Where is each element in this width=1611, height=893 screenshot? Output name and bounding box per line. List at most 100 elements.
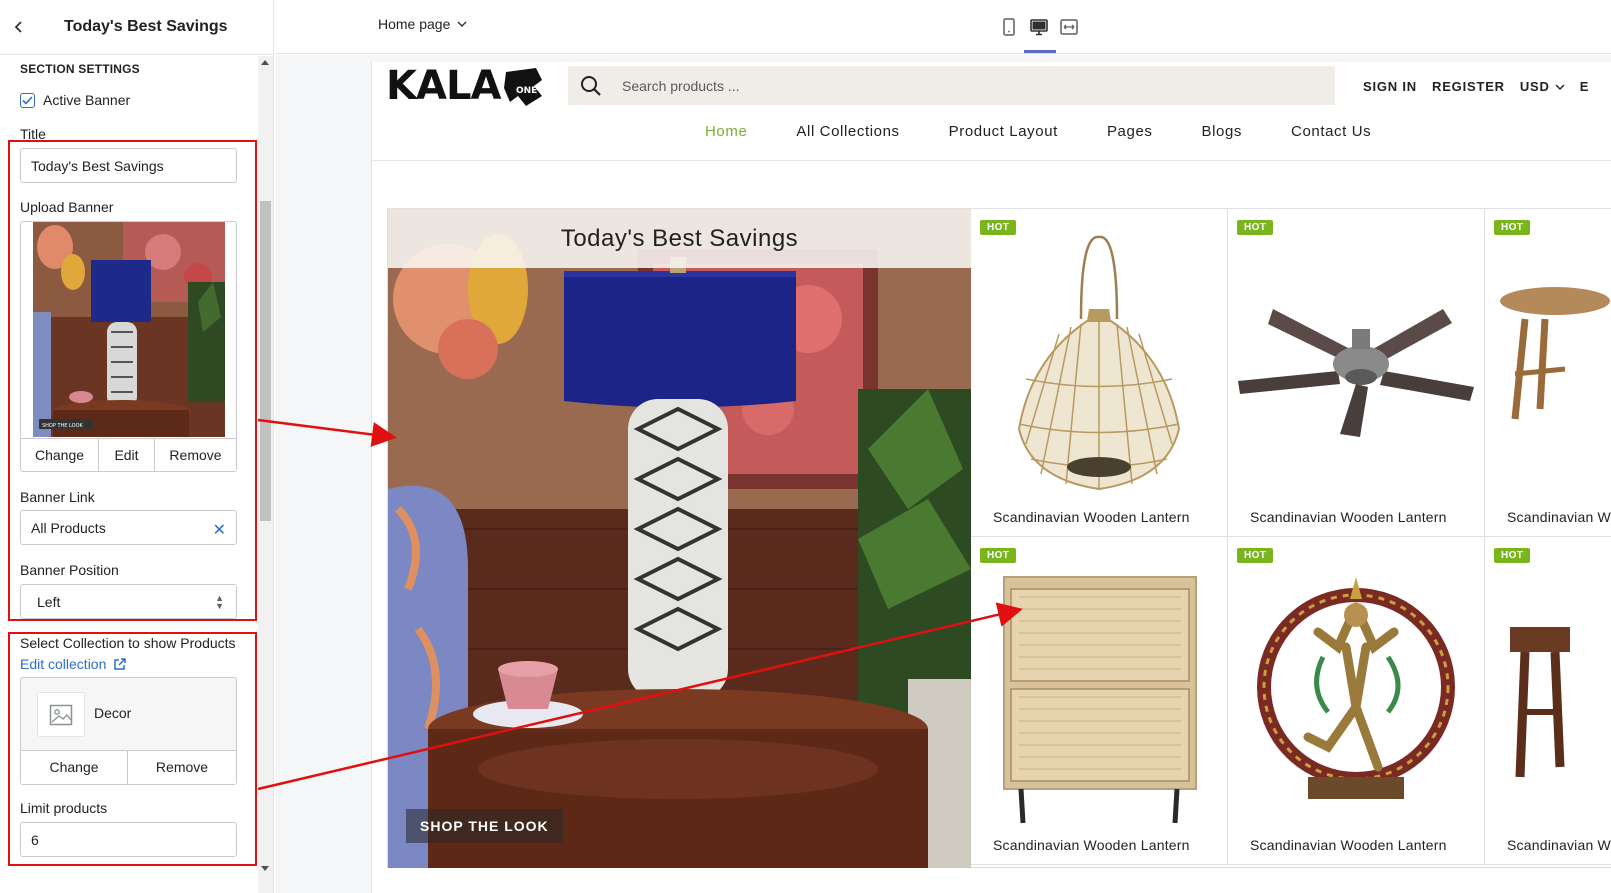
desktop-view-icon[interactable] bbox=[1029, 17, 1049, 37]
sidebar-title: Today's Best Savings bbox=[64, 18, 228, 35]
banner-link-input[interactable]: All Products ✕ bbox=[20, 510, 237, 545]
select-arrows-icon: ▲ ▼ bbox=[215, 593, 224, 611]
limit-products-value: 6 bbox=[31, 831, 39, 848]
search-placeholder: Search products ... bbox=[622, 77, 740, 94]
product-name[interactable]: Scandinavian Wooden Lantern bbox=[993, 509, 1190, 525]
product-image bbox=[1003, 576, 1197, 824]
nav-product-layout[interactable]: Product Layout bbox=[949, 123, 1058, 140]
product-card[interactable]: HOT Scandinavian Wooden Lantern bbox=[1228, 537, 1485, 865]
scroll-up-icon[interactable] bbox=[261, 60, 269, 65]
best-savings-section: Today's Best Savings SHOP THE LOOK HOT S… bbox=[387, 208, 1611, 868]
section-banner[interactable]: Today's Best Savings SHOP THE LOOK bbox=[388, 209, 971, 868]
chevron-down-icon bbox=[457, 21, 467, 27]
section-settings-sidebar: Today's Best Savings SECTION SETTINGS Ac… bbox=[0, 0, 274, 893]
sign-in-link[interactable]: SIGN IN bbox=[1363, 79, 1417, 94]
active-banner-label: Active Banner bbox=[43, 92, 131, 108]
hot-badge: HOT bbox=[980, 548, 1017, 563]
search-icon[interactable] bbox=[580, 75, 602, 97]
hot-badge: HOT bbox=[1237, 548, 1274, 563]
editor-toolbar: Home page bbox=[275, 0, 1611, 54]
product-name[interactable]: Scandinavian Wooden Lantern bbox=[1507, 837, 1611, 853]
nav-pages[interactable]: Pages bbox=[1107, 123, 1153, 140]
currency-selector[interactable]: USD bbox=[1520, 79, 1565, 94]
hot-badge: HOT bbox=[1494, 548, 1531, 563]
active-banner-checkbox[interactable]: Active Banner bbox=[20, 92, 130, 108]
nav-home[interactable]: Home bbox=[705, 123, 747, 140]
collection-image-placeholder bbox=[37, 692, 85, 737]
main-navigation: Home All Collections Product Layout Page… bbox=[705, 123, 1420, 140]
banner-image bbox=[388, 209, 971, 868]
change-collection-button[interactable]: Change bbox=[21, 751, 128, 784]
checkbox-checked-icon[interactable] bbox=[20, 92, 35, 108]
chevron-left-icon bbox=[14, 21, 22, 33]
product-name[interactable]: Scandinavian Wooden Lantern bbox=[1507, 509, 1611, 525]
settings-scroll-area[interactable]: SECTION SETTINGS Active Banner Title Tod… bbox=[0, 56, 258, 893]
banner-position-select[interactable]: Left ▲ ▼ bbox=[20, 584, 237, 619]
chevron-down-icon bbox=[1555, 84, 1565, 90]
shop-the-look-button[interactable]: SHOP THE LOOK bbox=[406, 809, 563, 843]
product-card[interactable]: HOT Scandinavian Wooden Lantern bbox=[1485, 537, 1611, 865]
product-image bbox=[1257, 577, 1455, 799]
language-selector[interactable]: E bbox=[1580, 79, 1589, 94]
currency-value: USD bbox=[1519, 79, 1550, 94]
change-banner-button[interactable]: Change bbox=[21, 439, 99, 472]
register-link[interactable]: REGISTER bbox=[1432, 79, 1505, 94]
collection-picker: Decor Change Remove bbox=[20, 677, 237, 785]
nav-all-collections[interactable]: All Collections bbox=[796, 123, 899, 140]
collection-name: Decor bbox=[94, 705, 132, 721]
nav-blogs[interactable]: Blogs bbox=[1202, 123, 1243, 140]
image-placeholder-icon bbox=[49, 704, 73, 725]
banner-upload-box: SHOP THE LOOK Change Edit Remove bbox=[20, 221, 237, 472]
header-divider bbox=[372, 160, 1611, 161]
store-logo[interactable]: KALA ONE bbox=[386, 63, 546, 113]
edit-collection-text: Edit collection bbox=[20, 656, 107, 672]
svg-text:ONE: ONE bbox=[516, 86, 537, 96]
section-settings-heading: SECTION SETTINGS bbox=[20, 62, 140, 76]
account-links: SIGN IN REGISTER USD E bbox=[1363, 79, 1604, 94]
sidebar-header: Today's Best Savings bbox=[0, 0, 273, 55]
sidebar-scrollbar[interactable] bbox=[258, 56, 273, 893]
banner-position-label: Banner Position bbox=[20, 562, 119, 578]
clear-icon[interactable]: ✕ bbox=[213, 520, 226, 540]
banner-link-label: Banner Link bbox=[20, 489, 95, 505]
product-name[interactable]: Scandinavian Wooden Lantern bbox=[1250, 837, 1447, 853]
mobile-view-icon[interactable] bbox=[999, 17, 1019, 37]
scroll-down-icon[interactable] bbox=[261, 866, 269, 871]
product-name[interactable]: Scandinavian Wooden Lantern bbox=[993, 837, 1190, 853]
product-card[interactable]: HOT Scandinavian Wooden Lantern bbox=[1228, 209, 1485, 537]
title-label: Title bbox=[20, 126, 46, 142]
remove-collection-button[interactable]: Remove bbox=[128, 751, 236, 784]
product-image bbox=[1238, 309, 1474, 437]
limit-products-input[interactable]: 6 bbox=[20, 822, 237, 857]
nav-contact-us[interactable]: Contact Us bbox=[1291, 123, 1371, 140]
hot-badge: HOT bbox=[1494, 220, 1531, 235]
scrollbar-thumb[interactable] bbox=[260, 201, 271, 521]
edit-collection-link[interactable]: Edit collection bbox=[20, 656, 127, 672]
svg-text:SHOP THE LOOK: SHOP THE LOOK bbox=[42, 423, 84, 429]
hot-badge: HOT bbox=[1237, 220, 1274, 235]
product-card[interactable]: HOT Scandinavian Wooden Lantern bbox=[971, 537, 1228, 865]
remove-banner-button[interactable]: Remove bbox=[155, 439, 236, 472]
select-collection-label: Select Collection to show Products bbox=[20, 635, 236, 651]
title-input[interactable]: Today's Best Savings bbox=[20, 148, 237, 183]
fullwidth-view-icon[interactable] bbox=[1059, 17, 1079, 37]
product-card[interactable]: HOT Scandinavian Wooden Lantern bbox=[1485, 209, 1611, 537]
product-image bbox=[1510, 627, 1570, 778]
hot-badge: HOT bbox=[980, 220, 1017, 235]
svg-text:KALA: KALA bbox=[386, 66, 501, 108]
search-bar[interactable]: Search products ... bbox=[568, 66, 1335, 105]
banner-link-value: All Products bbox=[31, 519, 106, 536]
product-card[interactable]: HOT Scandinavian Wooden Lantern bbox=[971, 209, 1228, 537]
title-input-value: Today's Best Savings bbox=[31, 157, 164, 174]
page-selector[interactable]: Home page bbox=[378, 16, 467, 32]
product-name[interactable]: Scandinavian Wooden Lantern bbox=[1250, 509, 1447, 525]
limit-products-label: Limit products bbox=[20, 800, 108, 816]
page-selector-value: Home page bbox=[378, 16, 451, 32]
store-preview: KALA ONE Search products ... SIGN IN REG… bbox=[371, 62, 1611, 893]
external-link-icon bbox=[114, 658, 127, 670]
banner-thumbnail: SHOP THE LOOK bbox=[33, 222, 225, 437]
active-view-indicator bbox=[1024, 50, 1056, 53]
banner-position-value: Left bbox=[37, 593, 61, 610]
back-button[interactable] bbox=[0, 0, 38, 55]
edit-banner-button[interactable]: Edit bbox=[99, 439, 155, 472]
